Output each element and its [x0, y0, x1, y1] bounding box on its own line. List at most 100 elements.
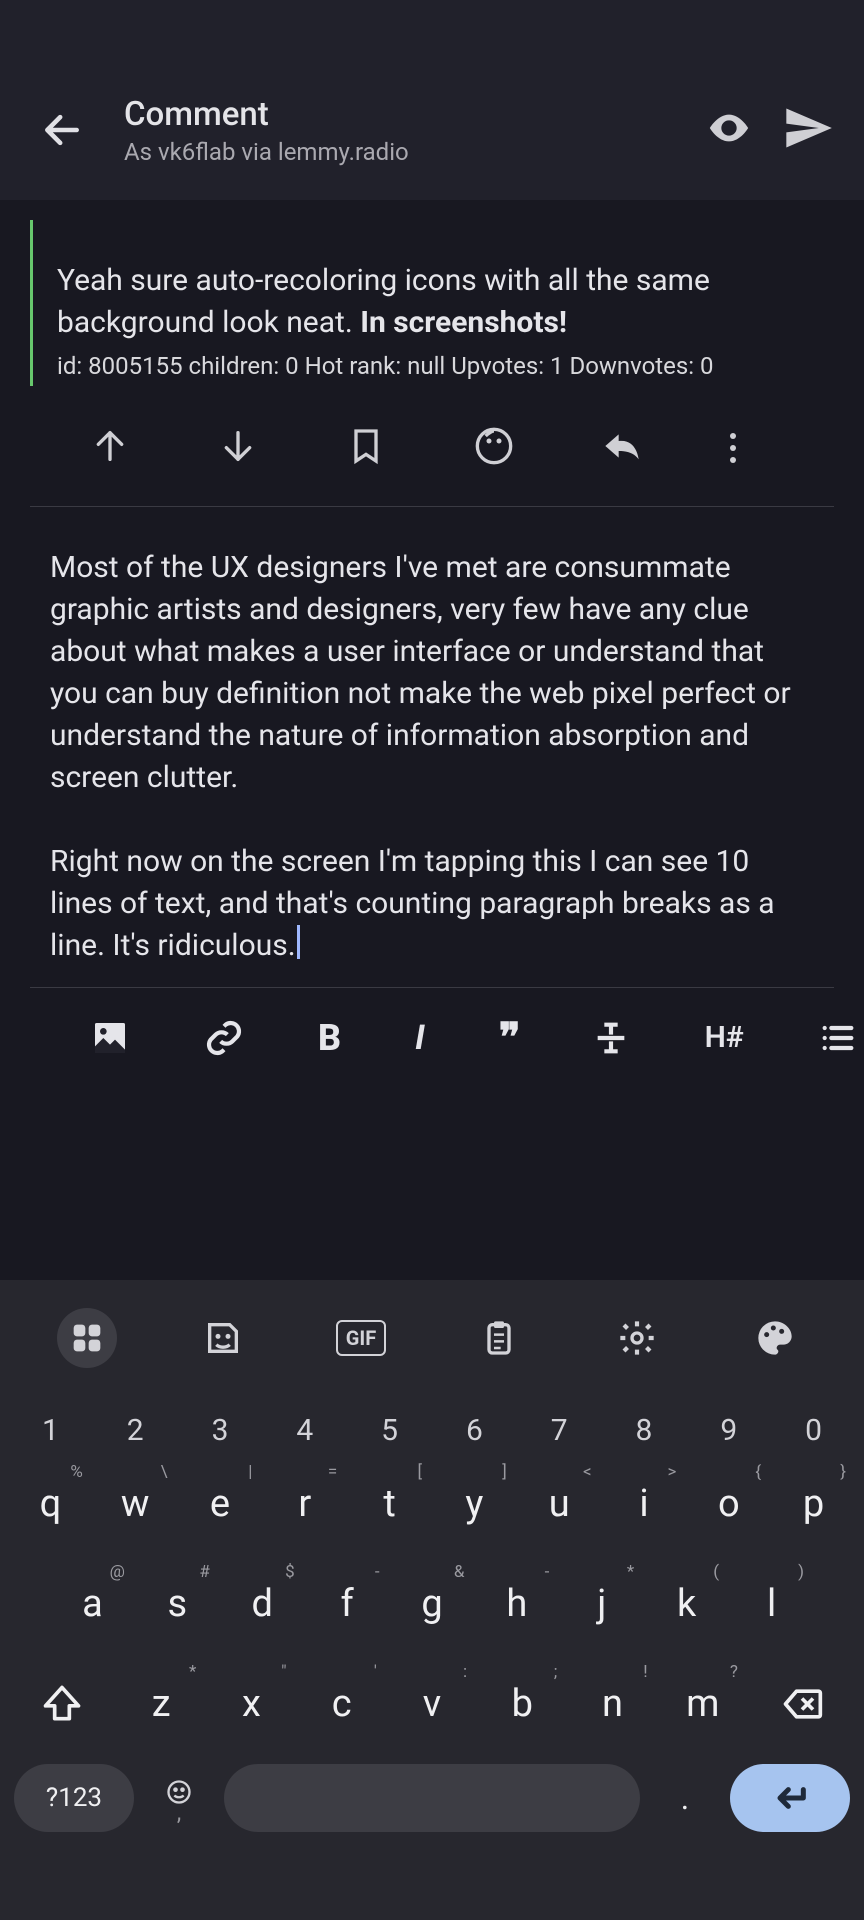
- key-hint: >: [668, 1462, 677, 1482]
- key-hint: {: [755, 1462, 761, 1482]
- kb-bottom-row: ?123 , .: [0, 1758, 864, 1838]
- key-w[interactable]: w\: [93, 1458, 178, 1550]
- key-5[interactable]: 5: [347, 1404, 432, 1456]
- grid-icon: [67, 1318, 107, 1358]
- key-hint: ;: [554, 1662, 558, 1682]
- kb-apps-button[interactable]: [57, 1308, 117, 1368]
- key-y[interactable]: y]: [432, 1458, 517, 1550]
- key-c[interactable]: c': [297, 1658, 387, 1750]
- key-hint: #: [199, 1562, 209, 1582]
- comment-editor[interactable]: Most of the UX designers I've met are co…: [0, 507, 864, 987]
- key-7[interactable]: 7: [517, 1404, 602, 1456]
- key-hint: (: [713, 1562, 719, 1582]
- clipboard-icon: [479, 1318, 519, 1358]
- more-vertical-icon: [730, 433, 736, 463]
- reply-button[interactable]: [602, 426, 642, 470]
- key-z[interactable]: z*: [116, 1658, 206, 1750]
- key-k[interactable]: k(: [644, 1558, 729, 1650]
- space-key[interactable]: [224, 1764, 640, 1832]
- key-4[interactable]: 4: [262, 1404, 347, 1456]
- enter-key[interactable]: [730, 1764, 850, 1832]
- link-button[interactable]: [204, 1018, 244, 1058]
- key-hint: ': [374, 1662, 377, 1682]
- emoji-key[interactable]: ,: [144, 1778, 214, 1819]
- preview-button[interactable]: [706, 105, 752, 155]
- strikethrough-icon: [591, 1018, 631, 1058]
- profile-button[interactable]: [474, 426, 514, 470]
- key-b[interactable]: b;: [477, 1658, 567, 1750]
- key-0[interactable]: 0: [771, 1404, 856, 1456]
- app-header: Comment As vk6flab via lemmy.radio: [0, 0, 864, 200]
- shift-icon: [40, 1682, 84, 1726]
- key-hint: @: [110, 1562, 125, 1582]
- key-hint: ": [281, 1662, 286, 1682]
- key-3[interactable]: 3: [178, 1404, 263, 1456]
- symbols-key[interactable]: ?123: [14, 1764, 134, 1832]
- content-area: fer - everything became too normal to ke…: [0, 200, 864, 1300]
- key-s[interactable]: s#: [135, 1558, 220, 1650]
- link-icon: [204, 1018, 244, 1058]
- key-d[interactable]: d$: [220, 1558, 305, 1650]
- key-e[interactable]: e|: [178, 1458, 263, 1550]
- shift-key[interactable]: [14, 1658, 110, 1750]
- gif-icon: GIF: [336, 1320, 386, 1356]
- key-hint: *: [627, 1562, 634, 1582]
- downvote-button[interactable]: [218, 426, 258, 470]
- key-hint: [: [417, 1462, 422, 1482]
- key-2[interactable]: 2: [93, 1404, 178, 1456]
- key-h[interactable]: h-: [474, 1558, 559, 1650]
- key-x[interactable]: x": [206, 1658, 296, 1750]
- upvote-button[interactable]: [90, 426, 130, 470]
- key-g[interactable]: g&: [390, 1558, 475, 1650]
- arrow-left-icon: [40, 108, 84, 152]
- kb-settings-button[interactable]: [605, 1318, 669, 1358]
- key-o[interactable]: o{: [686, 1458, 771, 1550]
- backspace-key[interactable]: [754, 1658, 850, 1750]
- back-button[interactable]: [20, 108, 104, 152]
- key-m[interactable]: m?: [658, 1658, 748, 1750]
- italic-icon: I: [415, 1018, 425, 1058]
- heading-button[interactable]: H#: [705, 1020, 744, 1055]
- key-hint: ?: [730, 1662, 738, 1682]
- kb-gif-button[interactable]: GIF: [329, 1320, 393, 1356]
- key-v[interactable]: v:: [387, 1658, 477, 1750]
- key-hint: =: [328, 1462, 337, 1482]
- list-button[interactable]: [818, 1018, 858, 1058]
- period-key[interactable]: .: [650, 1779, 720, 1817]
- keyboard-toolbar: GIF: [0, 1298, 864, 1378]
- bookmark-button[interactable]: [346, 426, 386, 470]
- key-u[interactable]: u<: [517, 1458, 602, 1550]
- quote-button[interactable]: ❜❜: [499, 1014, 517, 1061]
- key-hint: \: [161, 1462, 168, 1482]
- key-p[interactable]: p}: [771, 1458, 856, 1550]
- bold-button[interactable]: B: [318, 1017, 341, 1059]
- key-hint: ]: [502, 1462, 507, 1482]
- key-8[interactable]: 8: [602, 1404, 687, 1456]
- more-button[interactable]: [730, 433, 736, 463]
- key-6[interactable]: 6: [432, 1404, 517, 1456]
- image-button[interactable]: [90, 1018, 130, 1058]
- strikethrough-button[interactable]: [591, 1018, 631, 1058]
- key-j[interactable]: j*: [559, 1558, 644, 1650]
- key-hint: &: [454, 1562, 465, 1582]
- italic-button[interactable]: I: [415, 1018, 425, 1058]
- bookmark-icon: [346, 426, 386, 466]
- key-f[interactable]: f-: [305, 1558, 390, 1650]
- header-title: Comment: [124, 95, 706, 134]
- key-1[interactable]: 1: [8, 1404, 93, 1456]
- kb-theme-button[interactable]: [743, 1318, 807, 1358]
- quoted-text-bold: In screenshots!: [360, 305, 567, 340]
- key-r[interactable]: r=: [262, 1458, 347, 1550]
- kb-row-3: z*x"c'v:b;n!m?: [8, 1658, 856, 1750]
- kb-clipboard-button[interactable]: [467, 1318, 531, 1358]
- send-button[interactable]: [782, 102, 834, 158]
- key-n[interactable]: n!: [567, 1658, 657, 1750]
- key-q[interactable]: q%: [8, 1458, 93, 1550]
- kb-sticker-button[interactable]: [191, 1318, 255, 1358]
- key-hint: }: [840, 1462, 846, 1482]
- key-9[interactable]: 9: [686, 1404, 771, 1456]
- key-a[interactable]: a@: [50, 1558, 135, 1650]
- key-t[interactable]: t[: [347, 1458, 432, 1550]
- key-l[interactable]: l): [729, 1558, 814, 1650]
- key-i[interactable]: i>: [602, 1458, 687, 1550]
